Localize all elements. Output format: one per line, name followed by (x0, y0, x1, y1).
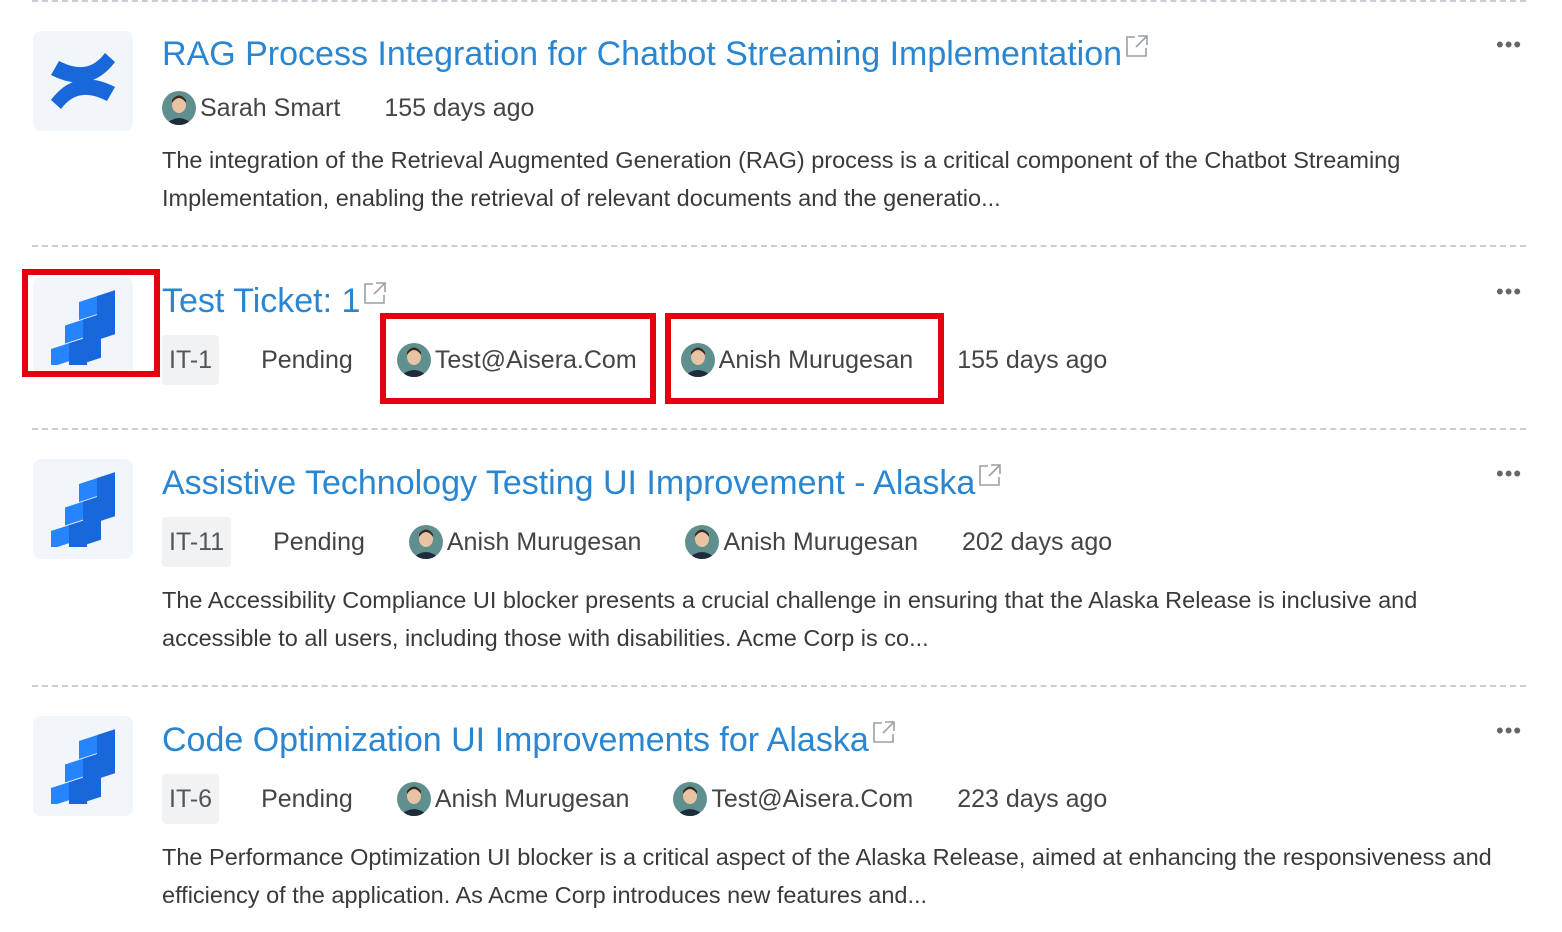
author[interactable]: Sarah Smart (162, 91, 340, 125)
external-link-icon[interactable] (1124, 28, 1150, 68)
result-meta: IT-6 Pending Anish Murugesan Test@Aisera… (162, 774, 1107, 824)
divider (32, 428, 1526, 430)
external-link-icon[interactable] (362, 275, 388, 315)
timestamp: 202 days ago (962, 527, 1113, 556)
more-options-icon[interactable]: ••• (1496, 34, 1522, 56)
more-options-icon[interactable]: ••• (1496, 720, 1522, 742)
avatar (685, 525, 720, 559)
divider (32, 0, 1526, 2)
assignee-name[interactable]: Test@Aisera.Com (711, 785, 913, 814)
reporter[interactable]: Anish Murugesan (408, 525, 642, 559)
reporter-name[interactable]: Anish Murugesan (447, 528, 642, 557)
avatar (162, 91, 196, 125)
result-description: The integration of the Retrieval Augment… (162, 147, 1401, 211)
avatar (396, 782, 431, 816)
jira-icon (33, 459, 133, 559)
result-title[interactable]: Code Optimization UI Improvements for Al… (162, 720, 869, 760)
ticket-id-badge: IT-11 (162, 517, 232, 567)
highlight-box (380, 313, 656, 404)
status-label: Pending (261, 345, 353, 374)
result-description: The Performance Optimization UI blocker … (162, 844, 1492, 908)
confluence-icon (33, 31, 133, 131)
result-title-link[interactable]: Code Optimization UI Improvements for Al… (162, 720, 897, 760)
reporter-name[interactable]: Anish Murugesan (435, 785, 630, 814)
status-label: Pending (273, 527, 365, 556)
jira-icon (33, 716, 133, 816)
assignee[interactable]: Test@Aisera.Com (673, 782, 913, 816)
avatar (673, 782, 708, 816)
search-results-list: RAG Process Integration for Chatbot Stre… (0, 0, 1562, 932)
result-title[interactable]: Assistive Technology Testing UI Improvem… (162, 463, 975, 503)
result-title-link[interactable]: RAG Process Integration for Chatbot Stre… (162, 34, 1150, 74)
highlight-box (22, 269, 160, 377)
ticket-id-badge: IT-1 (162, 335, 220, 385)
result-title[interactable]: RAG Process Integration for Chatbot Stre… (162, 34, 1122, 74)
external-link-icon[interactable] (871, 714, 897, 754)
more-options-icon[interactable]: ••• (1496, 281, 1522, 303)
divider (32, 245, 1526, 247)
avatar (408, 525, 443, 559)
highlight-box (665, 313, 944, 404)
timestamp: 223 days ago (957, 784, 1108, 813)
result-description: The Accessibility Compliance UI blocker … (162, 587, 1418, 651)
result-meta: Sarah Smart 155 days ago (162, 83, 534, 133)
assignee[interactable]: Anish Murugesan (685, 525, 918, 559)
author-name[interactable]: Sarah Smart (200, 94, 340, 123)
more-options-icon[interactable]: ••• (1496, 463, 1522, 485)
divider (32, 685, 1526, 687)
assignee-name[interactable]: Anish Murugesan (723, 528, 918, 557)
ticket-id-badge: IT-6 (162, 774, 220, 824)
result-meta: IT-11 Pending Anish Murugesan Anish Muru… (162, 517, 1112, 567)
result-title[interactable]: Test Ticket: 1 (162, 281, 360, 321)
timestamp: 155 days ago (957, 345, 1108, 374)
reporter[interactable]: Anish Murugesan (396, 782, 630, 816)
timestamp: 155 days ago (384, 93, 535, 122)
result-title-link[interactable]: Test Ticket: 1 (162, 281, 388, 321)
external-link-icon[interactable] (977, 457, 1003, 497)
status-label: Pending (261, 784, 353, 813)
result-title-link[interactable]: Assistive Technology Testing UI Improvem… (162, 463, 1003, 503)
